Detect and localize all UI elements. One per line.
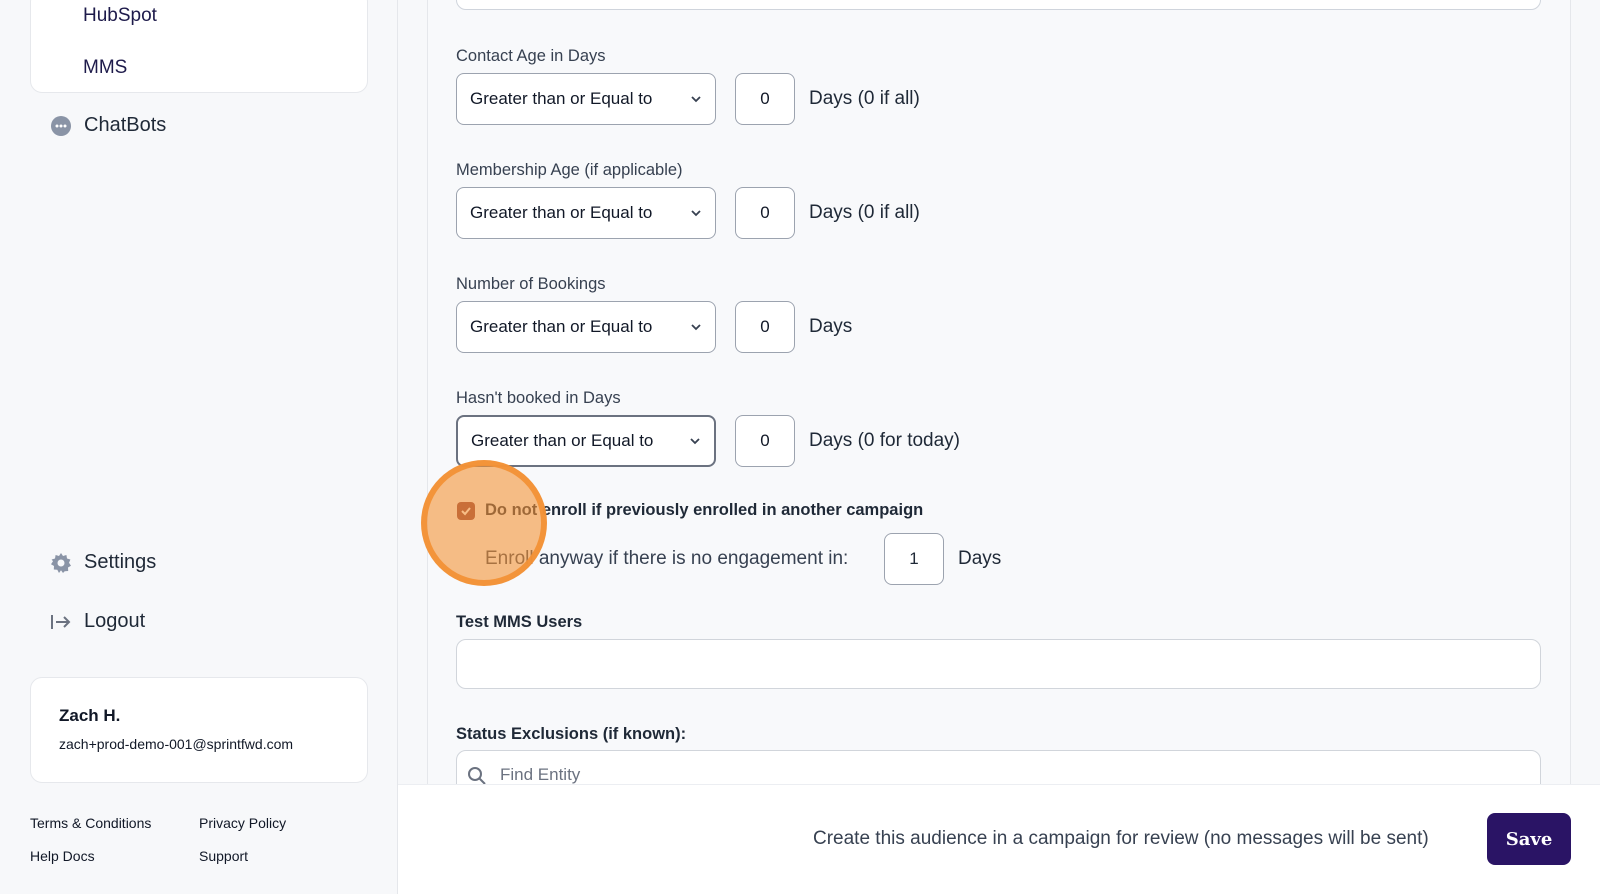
- sidebar: HubSpot MMS ChatBots Settings Logout Zac…: [0, 0, 398, 894]
- bookings-label: Number of Bookings: [456, 275, 606, 293]
- bookings-unit: Days: [809, 316, 853, 337]
- support-link[interactable]: Support: [199, 848, 248, 864]
- status-exclusions-label: Status Exclusions (if known):: [456, 725, 687, 743]
- enroll-anyway-label: Enroll anyway if there is no engagement …: [485, 548, 849, 569]
- not-booked-days-input[interactable]: 0: [735, 415, 795, 467]
- contact-age-operator-select[interactable]: Greater than or Equal to: [456, 73, 716, 125]
- contact-age-unit: Days (0 if all): [809, 88, 920, 109]
- chat-bubble-icon: [50, 115, 72, 137]
- checkmark-icon: [461, 507, 471, 516]
- select-value: Greater than or Equal to: [470, 89, 653, 108]
- contact-age-label: Contact Age in Days: [456, 47, 606, 65]
- sidebar-item-label: Logout: [84, 610, 146, 632]
- terms-link[interactable]: Terms & Conditions: [30, 815, 151, 831]
- bookings-count-input[interactable]: 0: [735, 301, 795, 353]
- chevron-down-icon: [691, 96, 701, 103]
- gear-icon: [50, 552, 72, 574]
- user-email: zach+prod-demo-001@sprintfwd.com: [59, 736, 294, 752]
- test-users-label: Test MMS Users: [456, 613, 583, 631]
- integrations-submenu: [30, 0, 368, 93]
- not-booked-label: Hasn't booked in Days: [456, 389, 621, 407]
- user-name: Zach H.: [59, 706, 121, 725]
- enroll-anyway-unit: Days: [958, 548, 1002, 569]
- membership-age-days-input[interactable]: 0: [735, 187, 795, 239]
- search-placeholder: Find Entity: [500, 765, 581, 784]
- sidebar-item-settings[interactable]: Settings: [50, 551, 156, 574]
- chevron-down-icon: [691, 324, 701, 331]
- select-value: Greater than or Equal to: [470, 203, 653, 222]
- sidebar-item-label: ChatBots: [84, 114, 167, 136]
- help-docs-link[interactable]: Help Docs: [30, 848, 95, 864]
- membership-age-operator-select[interactable]: Greater than or Equal to: [456, 187, 716, 239]
- sidebar-item-chatbots[interactable]: ChatBots: [50, 114, 166, 137]
- chevron-down-icon: [691, 210, 701, 217]
- membership-age-label: Membership Age (if applicable): [456, 161, 683, 179]
- sidebar-item-label: Settings: [84, 551, 157, 573]
- contact-age-days-input[interactable]: 0: [735, 73, 795, 125]
- no-reenroll-label: Do not enroll if previously enrolled in …: [485, 501, 924, 519]
- sidebar-item-logout[interactable]: Logout: [50, 610, 145, 633]
- privacy-link[interactable]: Privacy Policy: [199, 815, 286, 831]
- logout-icon: [50, 611, 72, 633]
- previous-field-input[interactable]: [456, 0, 1541, 10]
- no-reenroll-checkbox[interactable]: [457, 502, 475, 520]
- enroll-anyway-days-input[interactable]: 1: [884, 533, 944, 585]
- select-value: Greater than or Equal to: [470, 317, 653, 336]
- bookings-operator-select[interactable]: Greater than or Equal to: [456, 301, 716, 353]
- chevron-down-icon: [690, 438, 700, 445]
- membership-age-unit: Days (0 if all): [809, 202, 920, 223]
- not-booked-unit: Days (0 for today): [809, 430, 960, 451]
- select-value: Greater than or Equal to: [471, 431, 654, 450]
- bottom-description: Create this audience in a campaign for r…: [813, 828, 1429, 849]
- sidebar-item-hubspot[interactable]: HubSpot: [83, 5, 157, 27]
- user-card: Zach H. zach+prod-demo-001@sprintfwd.com: [30, 677, 368, 783]
- save-button[interactable]: Save: [1487, 813, 1571, 865]
- test-users-input[interactable]: [456, 639, 1541, 689]
- not-booked-operator-select[interactable]: Greater than or Equal to: [456, 415, 716, 467]
- sidebar-item-mms[interactable]: MMS: [83, 57, 127, 79]
